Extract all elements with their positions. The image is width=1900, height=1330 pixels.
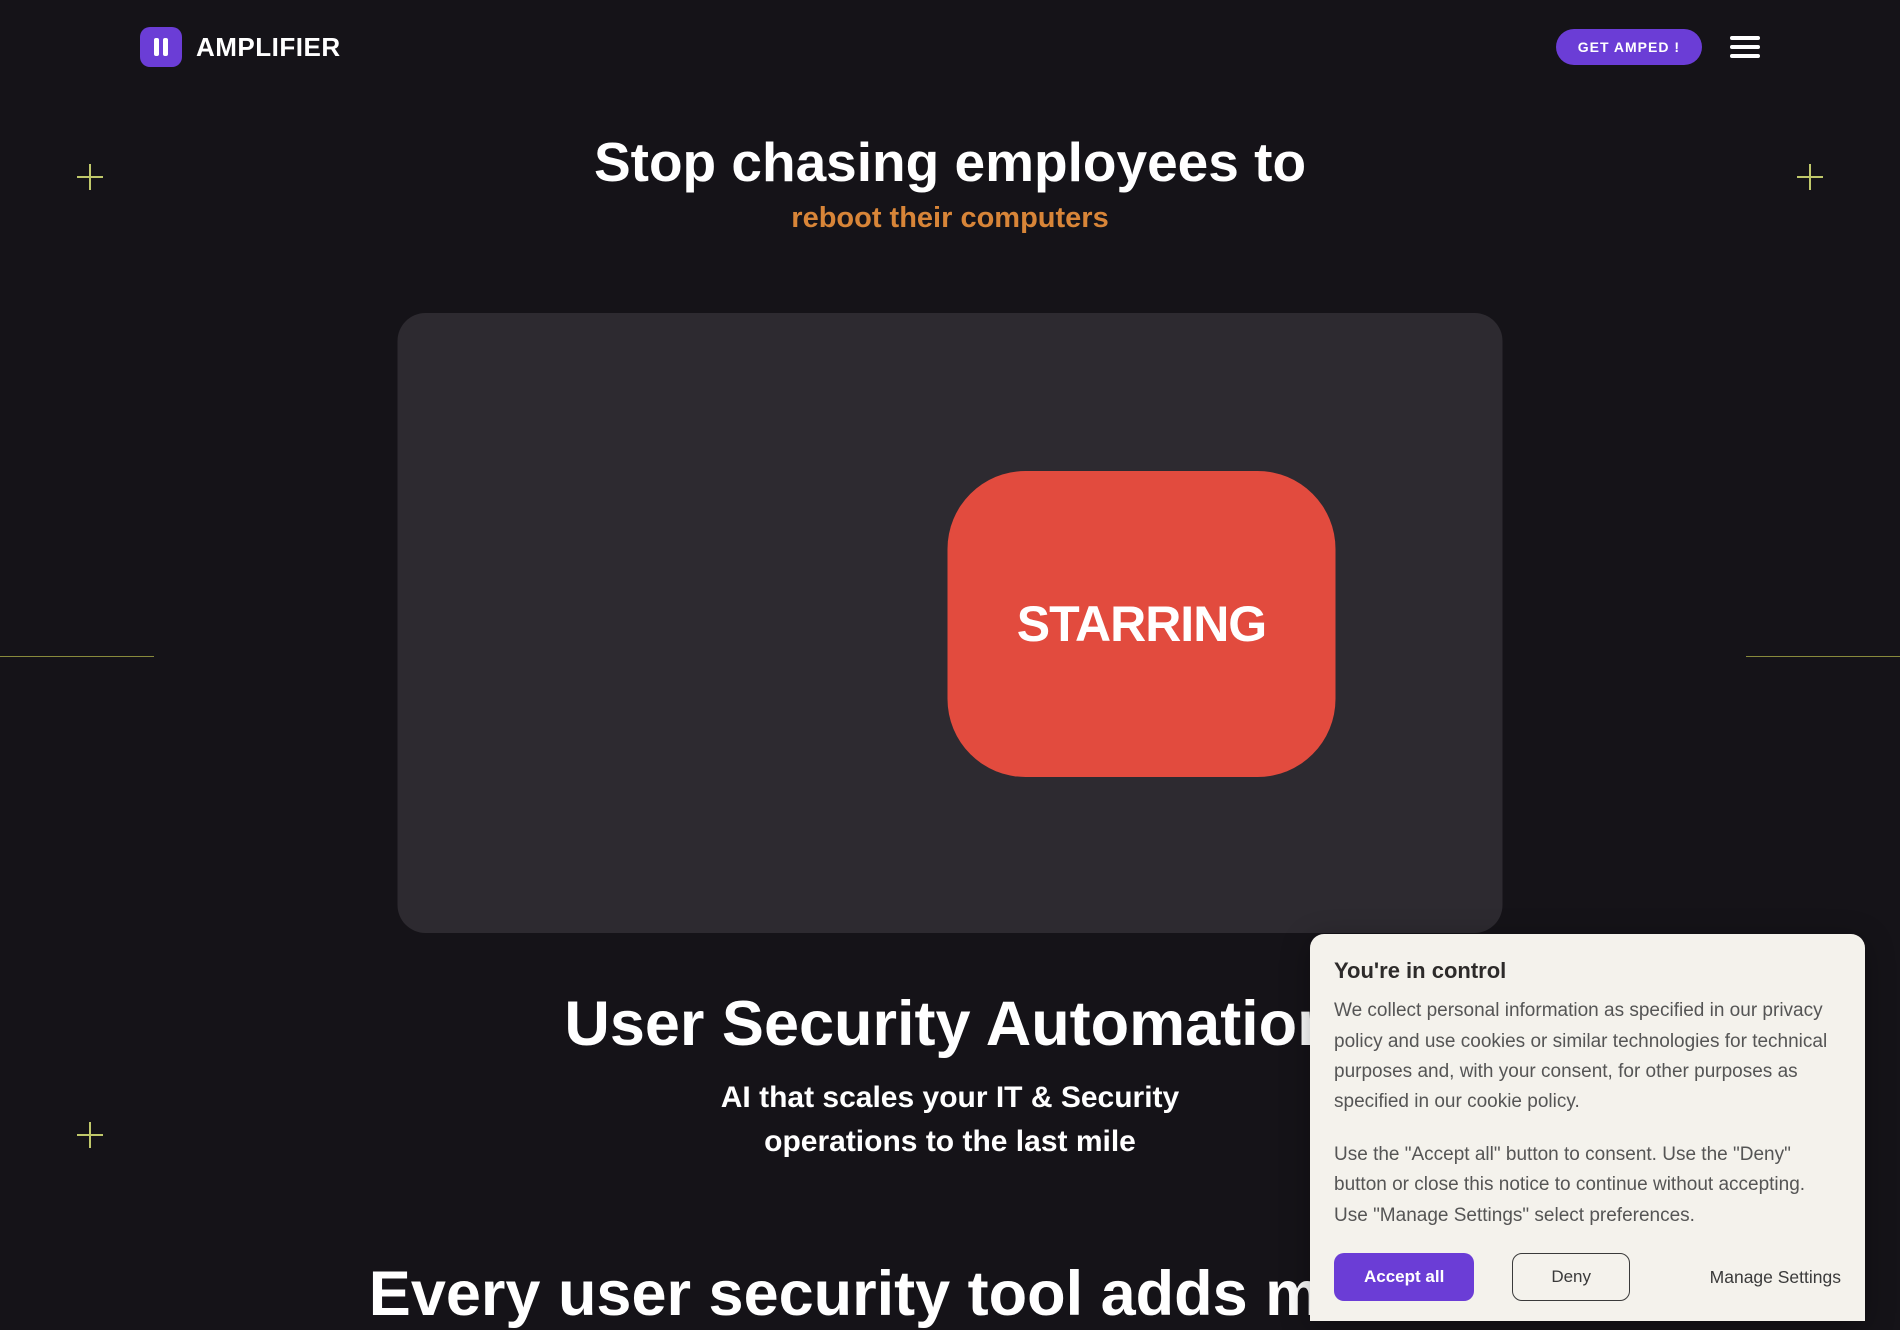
cookie-consent: You're in control We collect personal in… (1310, 934, 1865, 1321)
hero-subhead: reboot their computers (0, 202, 1900, 235)
cookie-actions: Accept all Deny Manage Settings (1334, 1253, 1841, 1301)
video-badge: STARRING (948, 471, 1336, 777)
menu-icon[interactable] (1730, 36, 1760, 58)
manage-settings-button[interactable]: Manage Settings (1710, 1267, 1841, 1288)
site-header: AMPLIFIER GET AMPED ! (0, 27, 1900, 67)
hero: Stop chasing employees to reboot their c… (0, 130, 1900, 235)
cookie-title: You're in control (1334, 958, 1841, 984)
hero-headline: Stop chasing employees to (0, 130, 1900, 194)
decorative-rule (1746, 656, 1900, 657)
accept-all-button[interactable]: Accept all (1334, 1253, 1474, 1301)
deny-button[interactable]: Deny (1512, 1253, 1630, 1301)
cookie-body: Use the "Accept all" button to consent. … (1334, 1140, 1841, 1231)
video-badge-text: STARRING (1017, 595, 1266, 653)
decorative-rule (0, 656, 154, 657)
brand-name: AMPLIFIER (196, 32, 341, 63)
hero-video[interactable]: STARRING (398, 313, 1503, 933)
brand-mark-icon (140, 27, 182, 67)
brand-logo[interactable]: AMPLIFIER (140, 27, 341, 67)
cookie-body: We collect personal information as speci… (1334, 996, 1841, 1118)
header-actions: GET AMPED ! (1556, 29, 1760, 65)
get-amped-button[interactable]: GET AMPED ! (1556, 29, 1702, 65)
